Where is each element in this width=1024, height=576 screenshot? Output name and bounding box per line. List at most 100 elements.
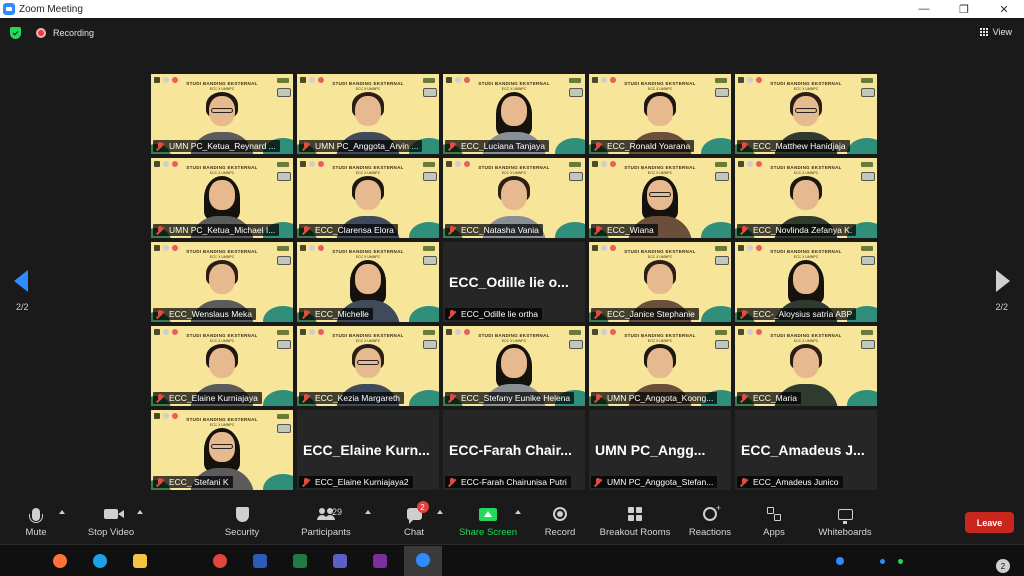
grid-view-icon [979,27,989,37]
file-explorer-taskbar-icon[interactable] [130,551,150,571]
participant-tile[interactable]: STUDI BANDING EKSTERNAL ECC X UMNPC ECC_Ma… [735,326,877,406]
mute-label: Mute [25,527,47,538]
participant-nameplate: ECC_Stefany Eunike Helena [445,392,575,404]
participant-display-name: ECC_Elaine Kurn... [303,442,430,458]
decoration-wave [409,306,439,322]
system-tray-icon[interactable] [880,559,885,564]
banner-title: STUDI BANDING EKSTERNAL [332,249,404,254]
banner-title: STUDI BANDING EKSTERNAL [624,165,696,170]
chat-options-chevron-icon[interactable] [437,510,443,514]
participant-tile[interactable]: STUDI BANDING EKSTERNAL ECC X UMNPC ECC_Ja… [589,242,731,322]
participants-options-chevron-icon[interactable] [365,510,371,514]
decoration-icon [277,340,291,349]
participant-tile[interactable]: STUDI BANDING EKSTERNAL ECC X UMNPC ECC_Ma… [735,74,877,154]
banner-title: STUDI BANDING EKSTERNAL [478,165,550,170]
participant-tile[interactable]: STUDI BANDING EKSTERNAL ECC X UMNPC ECC_We… [151,242,293,322]
participant-name: ECC_Wenslaus Meka [169,309,252,319]
muted-microphone-icon [740,477,748,487]
leave-button[interactable]: Leave [965,512,1014,533]
participant-tile[interactable]: STUDI BANDING EKSTERNAL ECC X UMNPC ECC_Cl… [297,158,439,238]
notification-center-icon[interactable]: 2 [996,559,1010,573]
participant-tile[interactable]: STUDI BANDING EKSTERNAL ECC X UMNPC ECC_Ro… [589,74,731,154]
muted-microphone-icon [302,309,310,319]
audio-options-chevron-icon[interactable] [59,510,65,514]
muted-microphone-icon [594,309,602,319]
view-button[interactable]: View [979,27,1012,37]
edge-taskbar-icon[interactable] [90,551,110,571]
participant-tile[interactable]: STUDI BANDING EKSTERNAL ECC X UMNPC ECC_Lu… [443,74,585,154]
participant-nameplate: ECC_Luciana Tanjaya [445,140,549,152]
participants-label: Participants [301,527,351,538]
participant-name: ECC_Amadeus Junico [753,477,839,487]
participant-tile[interactable]: ECC_Odille lie o... ECC_Odille lie ortha [443,242,585,322]
teams-taskbar-icon[interactable] [330,551,350,571]
decoration-wave [409,222,439,238]
recording-icon [36,28,46,38]
participant-nameplate: ECC_Michelle [299,308,373,320]
participant-display-name: UMN PC_Angg... [595,442,706,458]
chat-button[interactable]: 2 Chat [400,501,429,544]
participant-nameplate: ECC-Farah Chairunisa Putri [445,476,571,488]
participant-display-name: ECC-Farah Chair... [449,442,572,458]
stop-video-button[interactable]: Stop Video [84,504,138,544]
word-taskbar-icon[interactable] [250,551,270,571]
record-label: Record [544,527,576,538]
apps-button[interactable]: Apps [760,504,788,544]
previous-page-arrow-icon[interactable] [14,270,28,292]
muted-microphone-icon [156,393,164,403]
muted-microphone-icon [156,141,164,151]
muted-microphone-icon [302,393,310,403]
participant-tile[interactable]: STUDI BANDING EKSTERNAL ECC X UMNPC UMN PC… [297,74,439,154]
muted-microphone-icon [448,393,456,403]
banner-title: STUDI BANDING EKSTERNAL [186,333,258,338]
participant-nameplate: ECC_Elaine Kurniajaya2 [299,476,413,488]
minimize-button[interactable]: — [904,0,944,18]
system-tray-icon[interactable] [898,559,903,564]
participant-tile[interactable]: ECC_Elaine Kurn... ECC_Elaine Kurniajaya2 [297,410,439,490]
participant-tile[interactable]: ECC-Farah Chair... ECC-Farah Chairunisa P… [443,410,585,490]
participant-tile[interactable]: UMN PC_Angg... UMN PC_Anggota_Stefan... [589,410,731,490]
participant-nameplate: ECC_ Stefani K [153,476,233,488]
participant-tile[interactable]: STUDI BANDING EKSTERNAL ECC X UMNPC ECC-_A… [735,242,877,322]
participant-name: ECC_Elaine Kurniajaya [169,393,258,403]
breakout-rooms-button[interactable]: Breakout Rooms [598,504,672,544]
participant-tile[interactable]: STUDI BANDING EKSTERNAL ECC X UMNPC UMN PC… [151,158,293,238]
decoration-wave [263,474,293,490]
participant-tile[interactable]: STUDI BANDING EKSTERNAL ECC X UMNPC ECC_El… [151,326,293,406]
participant-tile[interactable]: STUDI BANDING EKSTERNAL ECC X UMNPC ECC_ S… [151,410,293,490]
participant-tile[interactable]: STUDI BANDING EKSTERNAL ECC X UMNPC ECC_Mi… [297,242,439,322]
mute-button[interactable]: Mute [22,504,50,544]
participant-tile[interactable]: ECC_Amadeus J... ECC_Amadeus Junico [735,410,877,490]
breakout-rooms-icon [628,507,642,521]
video-options-chevron-icon[interactable] [137,510,143,514]
participant-tile[interactable]: STUDI BANDING EKSTERNAL ECC X UMNPC ECC_Ke… [297,326,439,406]
participant-tile[interactable]: STUDI BANDING EKSTERNAL ECC X UMNPC ECC_Wi… [589,158,731,238]
whiteboards-label: Whiteboards [818,527,872,538]
meeting-toolbar: Mute Stop Video Security 29 Participants… [0,500,1024,544]
firefox-taskbar-icon[interactable] [50,551,70,571]
participant-tile[interactable]: STUDI BANDING EKSTERNAL ECC X UMNPC ECC_No… [735,158,877,238]
system-tray-icon[interactable] [836,557,844,565]
reactions-button[interactable]: Reactions [688,503,732,544]
zoom-taskbar-icon[interactable] [404,546,442,576]
participant-tile[interactable]: STUDI BANDING EKSTERNAL ECC X UMNPC UMN PC… [589,326,731,406]
onenote-taskbar-icon[interactable] [370,551,390,571]
participant-tile[interactable]: STUDI BANDING EKSTERNAL ECC X UMNPC UMN PC… [151,74,293,154]
chrome-taskbar-icon[interactable] [210,551,230,571]
participants-button[interactable]: 29 Participants [296,504,356,544]
close-button[interactable]: ✕ [984,0,1024,18]
excel-taskbar-icon[interactable] [290,551,310,571]
restore-button[interactable]: ❐ [944,0,984,18]
security-button[interactable]: Security [222,504,262,544]
participant-tile[interactable]: STUDI BANDING EKSTERNAL ECC X UMNPC ECC_Na… [443,158,585,238]
participant-name: ECC_Elaine Kurniajaya2 [315,477,409,487]
muted-microphone-icon [594,393,602,403]
record-button[interactable]: Record [542,504,578,544]
participant-name: ECC-_Aloysius satria ABP [753,309,853,319]
participant-tile[interactable]: STUDI BANDING EKSTERNAL ECC X UMNPC ECC_St… [443,326,585,406]
next-page-arrow-icon[interactable] [996,270,1010,292]
whiteboards-button[interactable]: Whiteboards [815,504,875,544]
share-options-chevron-icon[interactable] [515,510,521,514]
security-shield-icon[interactable] [10,27,21,39]
share-screen-button[interactable]: Share Screen [458,504,518,544]
